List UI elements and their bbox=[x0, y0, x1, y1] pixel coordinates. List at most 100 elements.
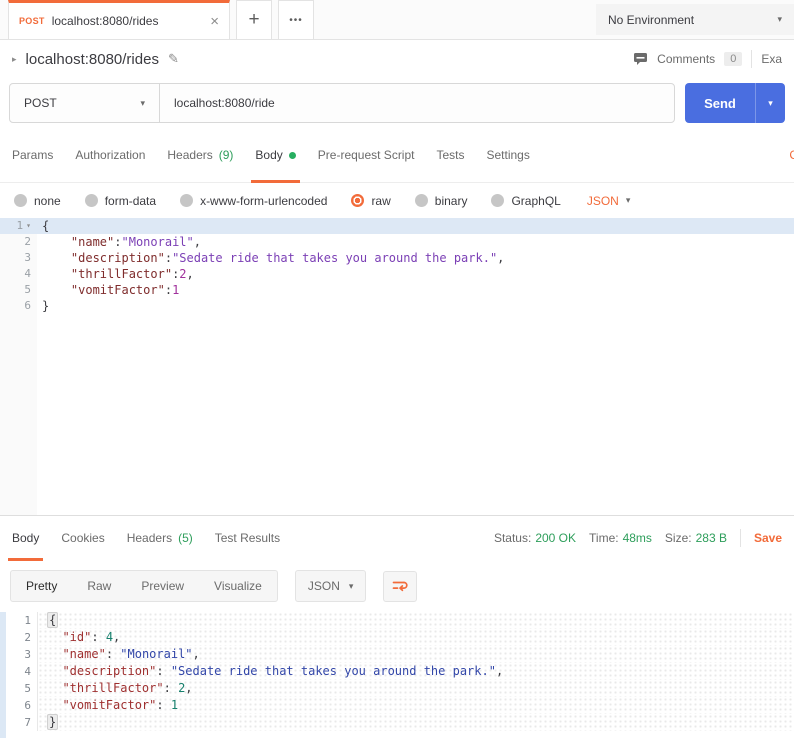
line-number-text: 5 bbox=[24, 682, 31, 695]
radio-icon bbox=[414, 194, 428, 207]
send-button[interactable]: Send bbox=[685, 83, 755, 123]
request-body-editor[interactable]: 1 ▾{2 "name":"Monorail", 3 "description":"… bbox=[0, 218, 794, 515]
radio-label: x-www-form-urlencoded bbox=[200, 193, 328, 208]
tab-title: localhost:8080/rides bbox=[51, 14, 159, 28]
view-tab-preview[interactable]: Preview bbox=[126, 571, 199, 601]
code-line[interactable]: 7} bbox=[6, 714, 794, 731]
tab-pre-request-script[interactable]: Pre-request Script bbox=[318, 128, 415, 182]
tab-label: Test Results bbox=[214, 531, 281, 545]
radio-label: binary bbox=[434, 193, 468, 208]
code-line[interactable]: 2 "id": 4, bbox=[6, 629, 794, 646]
code-line[interactable]: 4 "thrillFactor":2, bbox=[0, 266, 794, 282]
body-type-binary[interactable]: binary bbox=[414, 193, 468, 208]
tab-label: Headers bbox=[126, 531, 173, 545]
tab-params[interactable]: Params bbox=[12, 128, 53, 182]
tab-label: Body bbox=[12, 531, 40, 545]
tab-tests[interactable]: Tests bbox=[436, 128, 464, 182]
tab-count: (5) bbox=[178, 531, 193, 545]
code-line[interactable]: 1 ▾ { bbox=[0, 218, 794, 234]
divider bbox=[739, 529, 741, 547]
tab-headers[interactable]: Headers (9) bbox=[167, 128, 233, 182]
radio-icon bbox=[180, 194, 194, 207]
tab-label: Params bbox=[12, 148, 54, 162]
new-tab-button[interactable]: + bbox=[236, 0, 272, 39]
meta-time: Time: 48ms bbox=[589, 531, 652, 545]
save-response-button[interactable]: Save bbox=[754, 531, 782, 545]
code-line[interactable]: 1{ bbox=[6, 612, 794, 629]
code-text: } bbox=[38, 714, 794, 731]
tab-label: Authorization bbox=[75, 148, 146, 162]
code-line[interactable]: 4 "description": "Sedate ride that takes… bbox=[6, 663, 794, 680]
comments-link[interactable]: Comments bbox=[657, 52, 715, 66]
examples-link[interactable]: Exa bbox=[761, 52, 782, 66]
view-tab-raw[interactable]: Raw bbox=[72, 571, 126, 601]
code-line[interactable]: 6 "vomitFactor": 1 bbox=[6, 697, 794, 714]
code-text: { bbox=[42, 219, 50, 233]
body-type-none[interactable]: none bbox=[14, 194, 61, 208]
environment-selector[interactable]: No Environment ▾ bbox=[596, 4, 794, 35]
view-tab-visualize[interactable]: Visualize bbox=[199, 571, 277, 601]
code-line[interactable]: 2 "name":"Monorail", bbox=[0, 234, 794, 250]
view-tab-pretty[interactable]: Pretty bbox=[11, 571, 72, 601]
close-icon[interactable]: × bbox=[210, 14, 219, 29]
line-number: 5 bbox=[0, 282, 37, 298]
url-bar: POST ▾ Send ▾ bbox=[0, 78, 794, 128]
body-language-select[interactable]: JSON ▾ bbox=[587, 194, 631, 208]
code-line[interactable]: 3 "name": "Monorail", bbox=[6, 646, 794, 663]
line-number: 7 bbox=[6, 714, 38, 731]
line-number: 2 bbox=[0, 234, 37, 250]
response-tabs: Body Cookies Headers (5) Test Results Status… bbox=[0, 516, 794, 561]
radio-label: none bbox=[34, 193, 61, 208]
response-tab-body[interactable]: Body bbox=[7, 516, 44, 561]
send-options-button[interactable]: ▾ bbox=[755, 83, 785, 123]
response-language-label: JSON bbox=[307, 579, 340, 593]
tab-authorization[interactable]: Authorization bbox=[75, 128, 145, 182]
line-number: 4 bbox=[6, 663, 38, 680]
body-type-x-www-form-urlencoded[interactable]: x-www-form-urlencoded bbox=[180, 194, 327, 208]
line-number-text: 3 bbox=[24, 251, 31, 264]
request-tabs: Params Authorization Headers (9) Body Pre-req… bbox=[0, 128, 794, 183]
body-filled-dot-icon bbox=[288, 151, 296, 159]
code-text: "vomitFactor":1 bbox=[70, 283, 180, 297]
body-type-raw[interactable]: raw bbox=[351, 194, 391, 208]
wrap-lines-button[interactable] bbox=[383, 570, 418, 602]
environment-label: No Environment bbox=[608, 12, 695, 27]
response-tab-headers[interactable]: Headers (5) bbox=[127, 516, 193, 560]
cookies-link[interactable]: C bbox=[789, 148, 794, 162]
body-type-graphql[interactable]: GraphQL bbox=[491, 194, 561, 208]
edit-name-icon[interactable]: ✎ bbox=[168, 51, 179, 67]
request-header: ▸ localhost:8080/rides ✎ Comments 0 Exa bbox=[0, 40, 794, 78]
response-tab-cookies[interactable]: Cookies bbox=[61, 516, 104, 560]
code-text: "vomitFactor": 1 bbox=[38, 697, 794, 714]
method-select[interactable]: POST ▾ bbox=[10, 84, 160, 122]
body-type-form-data[interactable]: form-data bbox=[84, 194, 156, 208]
tab-body[interactable]: Body bbox=[251, 128, 301, 183]
code-text: "thrillFactor": 2, bbox=[38, 680, 794, 697]
tab-label: Headers bbox=[167, 148, 213, 162]
fold-caret-icon[interactable]: ▾ bbox=[26, 218, 31, 234]
tab-count: (9) bbox=[218, 148, 234, 162]
code-line[interactable]: 5 "vomitFactor":1 bbox=[0, 282, 794, 298]
response-meta: Status: 200 OK Time: 48ms Size: 283 B Save bbox=[494, 529, 782, 547]
code-line[interactable]: 5 "thrillFactor": 2, bbox=[6, 680, 794, 697]
plus-icon: + bbox=[248, 9, 260, 30]
chevron-down-icon: ▾ bbox=[140, 97, 145, 108]
url-input[interactable] bbox=[160, 84, 674, 122]
comments-count-badge: 0 bbox=[724, 52, 743, 66]
more-tabs-button[interactable]: ••• bbox=[278, 0, 314, 39]
tab-settings[interactable]: Settings bbox=[487, 128, 530, 182]
code-line[interactable]: 6} bbox=[0, 298, 794, 314]
response-body-viewer[interactable]: 1{2 "id": 4, 3 "name": "Monorail", 4 "desc… bbox=[0, 612, 794, 738]
line-number: 6 bbox=[6, 697, 38, 714]
meta-label: Size: bbox=[664, 531, 692, 545]
chevron-right-icon[interactable]: ▸ bbox=[12, 54, 17, 65]
code-line[interactable]: 3 "description":"Sedate ride that takes … bbox=[0, 250, 794, 266]
response-language-select[interactable]: JSON ▾ bbox=[294, 570, 367, 602]
request-tab[interactable]: POST localhost:8080/rides × bbox=[8, 0, 230, 39]
code-text: } bbox=[42, 299, 50, 313]
divider bbox=[751, 50, 753, 68]
response-tab-test-results[interactable]: Test Results bbox=[215, 516, 280, 560]
code-text: { bbox=[38, 612, 794, 629]
meta-status: Status: 200 OK bbox=[494, 531, 576, 545]
postman-app: POST localhost:8080/rides × + ••• No Env… bbox=[0, 0, 794, 738]
